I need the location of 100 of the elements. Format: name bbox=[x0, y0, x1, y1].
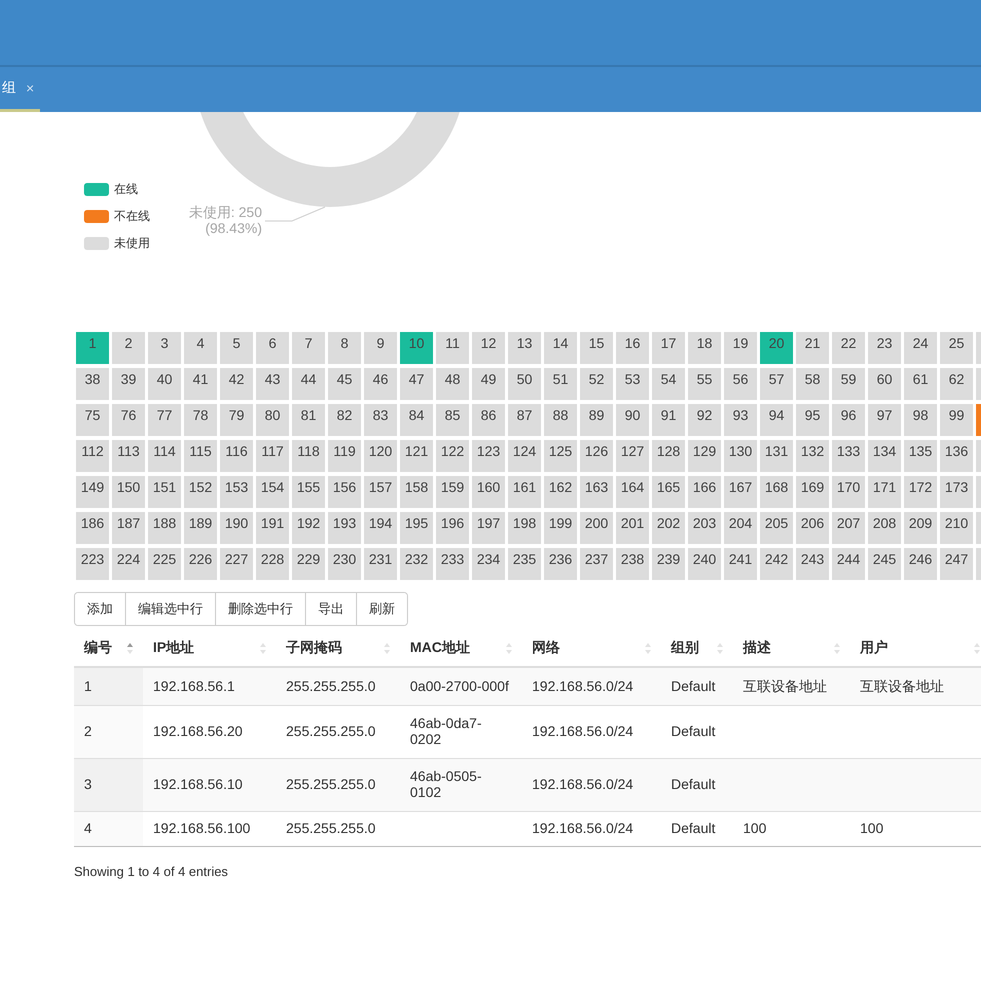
ip-cell[interactable]: 168 bbox=[760, 476, 793, 508]
ip-cell[interactable]: 15 bbox=[580, 332, 613, 364]
ip-cell[interactable]: 78 bbox=[184, 404, 217, 436]
ip-cell[interactable]: 162 bbox=[544, 476, 577, 508]
ip-cell[interactable]: 11 bbox=[436, 332, 469, 364]
ip-cell[interactable]: 22 bbox=[832, 332, 865, 364]
ip-cell[interactable]: 77 bbox=[148, 404, 181, 436]
ip-cell[interactable]: 230 bbox=[328, 548, 361, 580]
ip-cell[interactable]: 242 bbox=[760, 548, 793, 580]
ip-cell[interactable]: 97 bbox=[868, 404, 901, 436]
ip-cell[interactable]: 57 bbox=[760, 368, 793, 400]
ip-cell[interactable]: 9 bbox=[364, 332, 397, 364]
ip-cell[interactable]: 126 bbox=[580, 440, 613, 472]
ip-cell[interactable]: 6 bbox=[256, 332, 289, 364]
ip-cell[interactable]: 197 bbox=[472, 512, 505, 544]
ip-cell[interactable]: 51 bbox=[544, 368, 577, 400]
ip-cell[interactable]: 189 bbox=[184, 512, 217, 544]
ip-cell[interactable]: 239 bbox=[652, 548, 685, 580]
ip-cell[interactable]: 124 bbox=[508, 440, 541, 472]
ip-cell[interactable]: 44 bbox=[292, 368, 325, 400]
ip-cell[interactable]: 41 bbox=[184, 368, 217, 400]
ip-cell[interactable]: 49 bbox=[472, 368, 505, 400]
ip-cell[interactable]: 149 bbox=[76, 476, 109, 508]
ip-cell[interactable]: 203 bbox=[688, 512, 721, 544]
ip-cell[interactable]: 76 bbox=[112, 404, 145, 436]
ip-cell[interactable]: 187 bbox=[112, 512, 145, 544]
ip-cell[interactable]: 56 bbox=[724, 368, 757, 400]
ip-cell[interactable]: 3 bbox=[148, 332, 181, 364]
ip-cell[interactable]: 94 bbox=[760, 404, 793, 436]
ip-cell[interactable]: 207 bbox=[832, 512, 865, 544]
ip-cell[interactable]: 133 bbox=[832, 440, 865, 472]
ip-cell[interactable]: 224 bbox=[112, 548, 145, 580]
ip-cell[interactable]: 55 bbox=[688, 368, 721, 400]
ip-cell[interactable]: 153 bbox=[220, 476, 253, 508]
ip-cell[interactable]: 118 bbox=[292, 440, 325, 472]
ip-cell[interactable]: 127 bbox=[616, 440, 649, 472]
ip-cell[interactable]: 240 bbox=[688, 548, 721, 580]
ip-cell[interactable]: 232 bbox=[400, 548, 433, 580]
ip-cell[interactable]: 167 bbox=[724, 476, 757, 508]
ip-cell[interactable]: 90 bbox=[616, 404, 649, 436]
ip-cell[interactable]: 134 bbox=[868, 440, 901, 472]
ip-cell[interactable]: 237 bbox=[580, 548, 613, 580]
legend-label[interactable]: 在线 bbox=[114, 181, 138, 198]
ip-cell[interactable]: 190 bbox=[220, 512, 253, 544]
sort-icon[interactable] bbox=[260, 642, 266, 654]
ip-cell[interactable]: 159 bbox=[436, 476, 469, 508]
ip-cell[interactable]: 247 bbox=[940, 548, 973, 580]
tab[interactable]: 组 × bbox=[0, 67, 40, 112]
ip-cell[interactable]: 99 bbox=[940, 404, 973, 436]
ip-cell[interactable]: 47 bbox=[400, 368, 433, 400]
ip-cell[interactable]: 199 bbox=[544, 512, 577, 544]
ip-cell[interactable]: 83 bbox=[364, 404, 397, 436]
ip-cell[interactable]: 191 bbox=[256, 512, 289, 544]
ip-cell[interactable]: 196 bbox=[436, 512, 469, 544]
ip-cell[interactable]: 244 bbox=[832, 548, 865, 580]
ip-cell[interactable]: 88 bbox=[544, 404, 577, 436]
ip-cell[interactable]: 92 bbox=[688, 404, 721, 436]
ip-cell[interactable]: 128 bbox=[652, 440, 685, 472]
ip-cell[interactable]: 130 bbox=[724, 440, 757, 472]
ip-cell[interactable]: 48 bbox=[436, 368, 469, 400]
ip-cell[interactable]: 171 bbox=[868, 476, 901, 508]
ip-cell[interactable]: 241 bbox=[724, 548, 757, 580]
ip-cell[interactable]: 19 bbox=[724, 332, 757, 364]
ip-cell[interactable]: 195 bbox=[400, 512, 433, 544]
ip-cell[interactable]: 80 bbox=[256, 404, 289, 436]
sort-icon[interactable] bbox=[506, 642, 512, 654]
ip-cell[interactable]: 210 bbox=[940, 512, 973, 544]
ip-cell[interactable]: 246 bbox=[904, 548, 937, 580]
ip-cell[interactable]: 53 bbox=[616, 368, 649, 400]
ip-cell[interactable]: 13 bbox=[508, 332, 541, 364]
ip-cell[interactable]: 201 bbox=[616, 512, 649, 544]
ip-cell[interactable]: 172 bbox=[904, 476, 937, 508]
ip-cell[interactable]: 209 bbox=[904, 512, 937, 544]
legend-label[interactable]: 未使用 bbox=[114, 235, 150, 252]
sort-icon[interactable] bbox=[645, 642, 651, 654]
ip-cell[interactable]: 223 bbox=[76, 548, 109, 580]
ip-cell[interactable]: 87 bbox=[508, 404, 541, 436]
ip-cell[interactable]: 129 bbox=[688, 440, 721, 472]
ip-cell[interactable]: 131 bbox=[760, 440, 793, 472]
sort-icon[interactable] bbox=[384, 642, 390, 654]
ip-cell[interactable]: 24 bbox=[904, 332, 937, 364]
ip-cell[interactable]: 228 bbox=[256, 548, 289, 580]
ip-cell[interactable]: 81 bbox=[292, 404, 325, 436]
ip-cell[interactable]: 16 bbox=[616, 332, 649, 364]
ip-cell[interactable]: 198 bbox=[508, 512, 541, 544]
ip-cell[interactable]: 79 bbox=[220, 404, 253, 436]
ip-cell[interactable]: 163 bbox=[580, 476, 613, 508]
ip-cell[interactable]: 169 bbox=[796, 476, 829, 508]
ip-cell[interactable]: 46 bbox=[364, 368, 397, 400]
ip-cell[interactable]: 60 bbox=[868, 368, 901, 400]
sort-icon[interactable] bbox=[717, 642, 723, 654]
ip-cell[interactable]: 98 bbox=[904, 404, 937, 436]
ip-cell[interactable]: 113 bbox=[112, 440, 145, 472]
ip-cell[interactable]: 93 bbox=[724, 404, 757, 436]
ip-cell[interactable]: 186 bbox=[76, 512, 109, 544]
ip-cell[interactable]: 10 bbox=[400, 332, 433, 364]
ip-cell[interactable]: 86 bbox=[472, 404, 505, 436]
ip-cell[interactable]: 122 bbox=[436, 440, 469, 472]
ip-cell[interactable]: 14 bbox=[544, 332, 577, 364]
ip-cell[interactable]: 160 bbox=[472, 476, 505, 508]
